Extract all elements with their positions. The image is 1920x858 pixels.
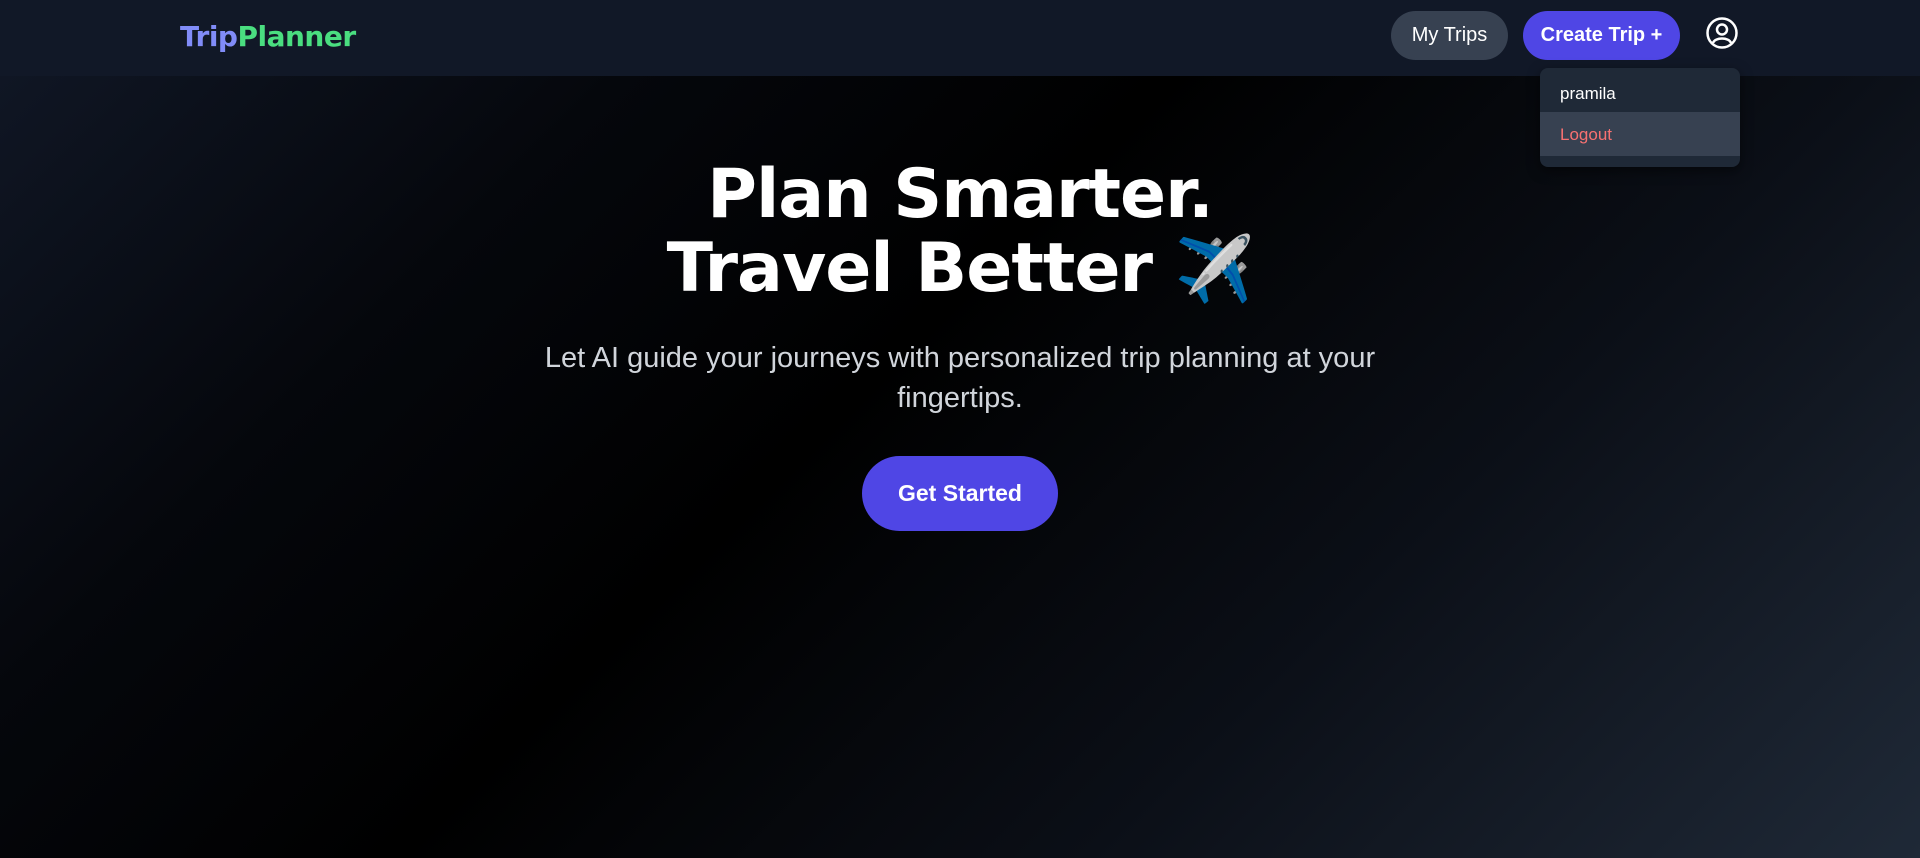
hero-title-line1: Plan Smarter. xyxy=(707,155,1214,234)
hero-title: Plan Smarter. Travel Better ✈️ xyxy=(0,155,1920,308)
hero-subtitle: Let AI guide your journeys with personal… xyxy=(544,342,1376,414)
user-dropdown-menu: pramila Logout xyxy=(1540,68,1740,167)
dropdown-username: pramila xyxy=(1560,84,1616,103)
my-trips-button[interactable]: My Trips xyxy=(1391,11,1508,60)
get-started-button[interactable]: Get Started xyxy=(862,456,1058,531)
logo-trip: Trip xyxy=(180,20,238,53)
logo[interactable]: TripPlanner xyxy=(180,20,356,53)
airplane-icon: ✈️ xyxy=(1174,233,1255,307)
logo-planner: Planner xyxy=(237,20,356,53)
user-circle-icon[interactable] xyxy=(1705,16,1739,50)
navbar: TripPlanner My Trips Create Trip + xyxy=(0,0,1920,76)
hero-title-line2: Travel Better xyxy=(666,229,1153,308)
create-trip-button[interactable]: Create Trip + xyxy=(1523,11,1680,60)
logout-button[interactable]: Logout xyxy=(1540,112,1740,156)
